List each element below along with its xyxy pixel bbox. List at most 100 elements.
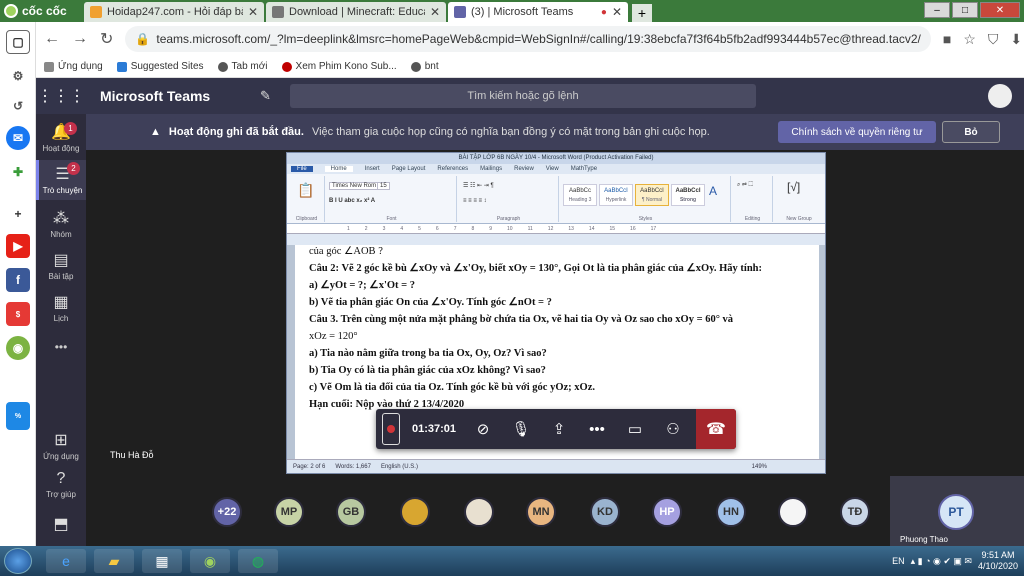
tab-label: Download | Minecraft: Educat <box>289 6 425 18</box>
avatar[interactable]: HP <box>652 497 682 527</box>
tray-icons[interactable]: ▴ ▮ ◔ ◉ ✔ ▣ ✉ <box>911 556 972 567</box>
avatar[interactable] <box>778 497 808 527</box>
bookmark-new-tab[interactable]: Tab mới <box>217 61 268 72</box>
facebook-icon[interactable]: f <box>6 268 30 292</box>
word-tab-home: Home <box>324 166 353 172</box>
download-app-icon: ⬒ <box>53 516 69 533</box>
file-explorer-icon[interactable]: ▰ <box>94 549 134 573</box>
tab-minecraft[interactable]: Download | Minecraft: Educat ✕ <box>266 2 446 22</box>
avatar[interactable] <box>988 84 1012 108</box>
browser-brand[interactable]: cốc cốc <box>0 0 84 22</box>
url-input[interactable]: 🔒 teams.microsoft.com/_?lm=deeplink&lmsr… <box>125 26 931 52</box>
avatar[interactable]: TĐ <box>840 497 870 527</box>
avatar[interactable]: KD <box>590 497 620 527</box>
avatar[interactable]: MN <box>526 497 556 527</box>
avatar[interactable]: GB <box>336 497 366 527</box>
change-styles-icon: A <box>709 184 718 198</box>
format-buttons-icon: B I U abc x₂ x² A <box>329 198 376 204</box>
language-indicator[interactable]: EN <box>892 556 905 566</box>
chat-badge: 2 <box>67 162 80 175</box>
bing-icon <box>116 61 127 72</box>
mic-off-icon[interactable]: 🎙 <box>502 420 540 438</box>
more-icon: ••• <box>54 340 68 354</box>
camera-icon[interactable]: ■ <box>943 31 951 47</box>
coccoc-extension-icon[interactable]: ◉ <box>6 336 30 360</box>
record-dot-icon <box>387 425 395 433</box>
bookmark-apps[interactable]: Ứng dụng <box>44 61 103 72</box>
browser-brand-label: cốc cốc <box>22 4 67 18</box>
rail-item-teams[interactable]: ⁂ Nhóm <box>36 208 86 239</box>
avatar[interactable] <box>400 497 430 527</box>
rail-item-apps[interactable]: ⊞ Ứng dụng <box>36 430 86 461</box>
download-icon[interactable]: ⬇ <box>1010 31 1022 48</box>
self-video-tile: PT Phuong Thao <box>890 476 1024 546</box>
avatar[interactable]: +22 <box>212 497 242 527</box>
window-close-icon[interactable]: ✕ <box>980 2 1020 18</box>
app-launcher-icon[interactable]: ⋮⋮⋮ <box>36 86 86 106</box>
new-tab-button[interactable]: + <box>632 4 652 22</box>
shield-icon[interactable]: ⛉ <box>988 31 999 48</box>
bookmark-suggested-sites[interactable]: Suggested Sites <box>116 61 204 72</box>
history-icon[interactable]: ↺ <box>6 94 30 118</box>
word-tab-page-layout: Page Layout <box>391 166 426 172</box>
messenger-icon[interactable]: ✉ <box>6 126 30 150</box>
close-icon[interactable]: ✕ <box>612 5 622 19</box>
avatar[interactable] <box>464 497 494 527</box>
camera-off-icon[interactable]: ⊘ <box>464 420 502 438</box>
bookmark-bnt[interactable]: bnt <box>410 61 439 72</box>
reload-icon[interactable]: ↻ <box>100 29 113 49</box>
add-icon[interactable]: + <box>6 202 30 226</box>
shopping-icon[interactable]: $ <box>6 302 30 326</box>
spotify-icon[interactable]: ◍ <box>238 549 278 573</box>
back-icon[interactable]: ← <box>44 30 60 48</box>
privacy-policy-button[interactable]: Chính sách về quyền riêng tư <box>778 121 936 143</box>
ie-icon[interactable]: e <box>46 549 86 573</box>
coccoc-taskbar-icon[interactable]: ◉ <box>190 549 230 573</box>
gamepad-icon[interactable]: ✚ <box>6 160 30 184</box>
status-language: English (U.S.) <box>380 463 418 470</box>
discount-icon[interactable]: % <box>6 402 30 430</box>
start-button-icon[interactable] <box>4 548 32 574</box>
word-ruler: 1 2 3 4 5 6 7 8 9 10 11 12 13 14 15 16 17 <box>287 224 825 234</box>
app-title: Microsoft Teams <box>100 88 211 104</box>
rail-item-assignments[interactable]: ▤ Bài tập <box>36 250 86 281</box>
word-tab-insert: Insert <box>364 166 380 172</box>
tab-hoidap247[interactable]: Hoidap247.com - Hỏi đáp bà ✕ <box>84 2 264 22</box>
avatar[interactable]: MP <box>274 497 304 527</box>
rail-item-chat[interactable]: ☰ Trò chuyện 2 <box>36 160 86 200</box>
search-input[interactable]: Tìm kiếm hoặc gõ lệnh <box>290 84 756 108</box>
assignments-icon: ▤ <box>53 252 69 269</box>
share-screen-icon[interactable]: ⇪ <box>540 420 578 438</box>
participants-icon[interactable]: ⚇ <box>654 420 692 438</box>
rail-item-help[interactable]: ? Trợ giúp <box>36 470 86 499</box>
rail-item-activity[interactable]: 🔔 Hoạt động 1 <box>36 122 86 153</box>
clock[interactable]: 9:51 AM 4/10/2020 <box>978 550 1018 572</box>
word-tab-review: Review <box>514 166 534 172</box>
paint-icon[interactable]: ▦ <box>142 549 182 573</box>
rail-item-more[interactable]: ••• <box>36 340 86 354</box>
close-icon[interactable]: ✕ <box>430 5 440 19</box>
activity-badge: 1 <box>64 122 77 135</box>
clipboard-group: 📋 Clipboard <box>289 176 325 222</box>
globe-icon <box>217 61 228 72</box>
avatar[interactable]: HN <box>716 497 746 527</box>
bookmark-kono-sub[interactable]: Xem Phim Kono Sub... <box>281 61 397 72</box>
more-actions-icon[interactable]: ••• <box>578 421 616 438</box>
word-status-bar: Page: 2 of 6 Words: 1,667 English (U.S.)… <box>287 459 825 473</box>
new-chat-icon[interactable]: ✎ <box>260 88 290 104</box>
close-icon[interactable]: ✕ <box>248 5 258 19</box>
mathtype-icon: [√] <box>787 180 801 194</box>
minimize-icon[interactable]: – <box>924 2 950 18</box>
hang-up-button[interactable]: ☎ <box>696 409 736 449</box>
youtube-icon[interactable]: ▶ <box>6 234 30 258</box>
tab-teams[interactable]: (3) | Microsoft Teams ● ✕ <box>448 2 628 22</box>
settings-icon[interactable]: ⚙ <box>6 64 30 88</box>
meeting-chat-icon[interactable]: ▭ <box>616 420 654 438</box>
sidebar-toggle-icon[interactable]: ▢ <box>6 30 30 54</box>
rail-item-calendar[interactable]: ▦ Lịch <box>36 292 86 323</box>
forward-icon[interactable]: → <box>72 30 88 48</box>
dismiss-button[interactable]: Bỏ <box>942 121 1000 143</box>
rail-item-download[interactable]: ⬒ <box>36 514 86 536</box>
maximize-icon[interactable]: □ <box>952 2 978 18</box>
bookmark-star-icon[interactable]: ☆ <box>963 31 976 48</box>
